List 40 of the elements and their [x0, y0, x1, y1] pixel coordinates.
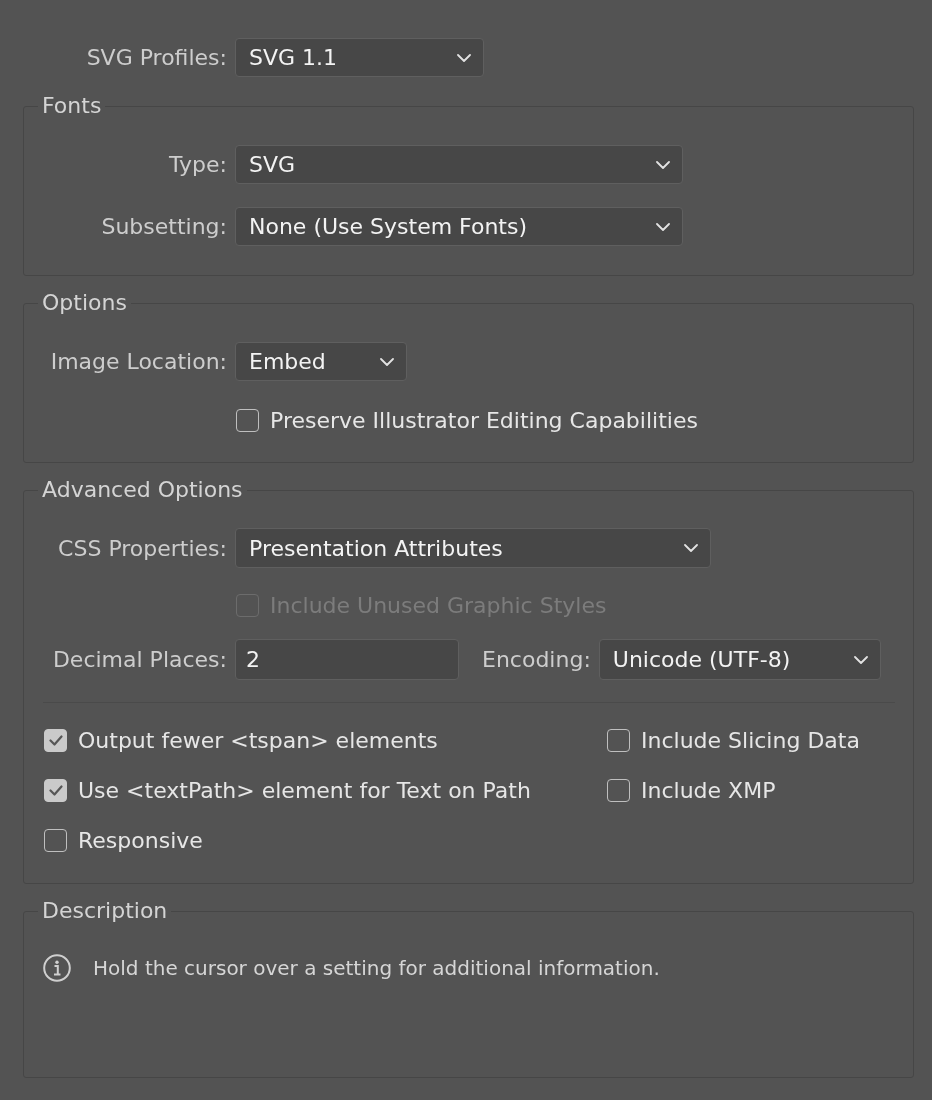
section-title: Fonts	[41, 93, 103, 119]
field-label: Encoding:	[482, 647, 591, 672]
checkbox[interactable]	[44, 828, 67, 852]
checkbox-label: Output fewer <tspan> elements	[78, 727, 438, 753]
checkbox-label: Include Slicing Data	[641, 727, 860, 753]
css-properties-dropdown[interactable]: Presentation Attributes	[235, 528, 711, 568]
checkbox[interactable]	[44, 778, 67, 802]
field-label: Subsetting:	[100, 214, 227, 239]
chevron-down-icon	[656, 222, 670, 231]
checkbox[interactable]	[607, 778, 630, 802]
field-label: Decimal Places:	[51, 647, 227, 672]
checkmark-icon	[48, 734, 63, 746]
encoding-dropdown[interactable]: Unicode (UTF-8)	[598, 639, 881, 680]
section-title: Description	[41, 898, 169, 924]
checkbox-label: Use <textPath> element for Text on Path	[78, 777, 531, 803]
image-location-dropdown[interactable]: Embed	[235, 342, 407, 381]
info-icon	[43, 954, 71, 982]
section-title: Advanced Options	[41, 477, 244, 503]
chevron-down-icon	[457, 53, 471, 62]
field-label: CSS Properties:	[57, 535, 227, 561]
checkbox[interactable]	[607, 728, 630, 752]
checkbox-label: Responsive	[78, 827, 203, 853]
checkbox[interactable]	[44, 728, 67, 752]
decimal-places-field[interactable]: 2	[235, 639, 459, 680]
field-label: Image Location:	[49, 349, 227, 374]
font-type-dropdown[interactable]: SVG	[235, 145, 683, 184]
checkmark-icon	[48, 784, 63, 796]
svg-profile-dropdown[interactable]: SVG 1.1	[235, 38, 484, 77]
field-label: SVG Profiles:	[85, 45, 227, 70]
section-title: Options	[41, 290, 128, 316]
chevron-down-icon	[684, 544, 698, 552]
description-text: Hold the cursor over a setting for additional information.	[93, 956, 660, 980]
checkbox[interactable]	[236, 408, 259, 432]
checkbox-label: Preserve Illustrator Editing Capabilities	[270, 407, 698, 433]
chevron-down-icon	[656, 160, 670, 169]
field-label: Type:	[168, 152, 227, 177]
checkbox-label: Include XMP	[641, 777, 776, 803]
chevron-down-icon	[853, 655, 868, 664]
subsetting-dropdown[interactable]: None (Use System Fonts)	[235, 207, 683, 246]
chevron-down-icon	[380, 357, 394, 366]
